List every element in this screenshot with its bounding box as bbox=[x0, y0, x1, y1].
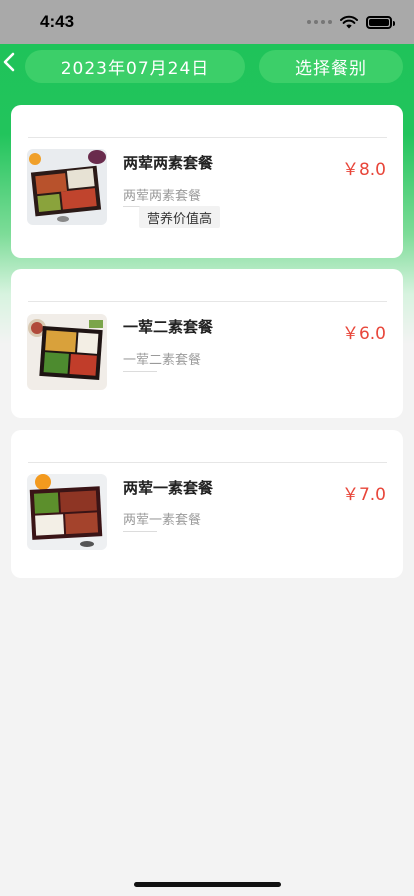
meal-price: ￥8.0 bbox=[341, 160, 386, 180]
wifi-icon bbox=[340, 15, 358, 29]
meal-image bbox=[27, 149, 107, 225]
status-bar: 4:43 bbox=[0, 0, 414, 44]
card-divider bbox=[28, 301, 387, 302]
meal-image bbox=[27, 474, 107, 550]
status-time: 4:43 bbox=[40, 12, 75, 31]
card-divider bbox=[28, 462, 387, 463]
meal-name: 两荤两素套餐 bbox=[123, 154, 214, 172]
home-indicator[interactable] bbox=[134, 882, 281, 887]
desc-underline bbox=[123, 531, 157, 532]
meal-price: ￥6.0 bbox=[341, 324, 386, 344]
meal-name: 一荤二素套餐 bbox=[123, 318, 214, 336]
meal-description: 两荤两素套餐 bbox=[123, 189, 202, 204]
back-button[interactable] bbox=[0, 52, 18, 72]
signal-icon bbox=[307, 20, 332, 24]
chevron-left-icon bbox=[3, 52, 15, 72]
date-selector-button[interactable]: 2023年07月24日 bbox=[25, 50, 245, 83]
card-divider bbox=[28, 137, 387, 138]
battery-icon bbox=[366, 15, 395, 29]
desc-underline bbox=[123, 371, 157, 372]
meal-price: ￥7.0 bbox=[341, 485, 386, 505]
status-icons bbox=[307, 15, 395, 29]
meal-name: 两荤一素套餐 bbox=[123, 479, 214, 497]
meal-type-selector-button[interactable]: 选择餐别 bbox=[259, 50, 403, 83]
meal-card[interactable]: 一荤二素套餐 ￥6.0 一荤二素套餐 bbox=[11, 269, 403, 418]
meal-description: 一荤二素套餐 bbox=[123, 353, 202, 368]
meal-tag: 营养价值高 bbox=[139, 206, 221, 228]
meal-image bbox=[27, 314, 107, 390]
meal-card[interactable]: 两荤一素套餐 ￥7.0 两荤一素套餐 bbox=[11, 430, 403, 578]
meal-description: 两荤一素套餐 bbox=[123, 513, 202, 528]
meal-card[interactable]: 两荤两素套餐 ￥8.0 两荤两素套餐 营养价值高 bbox=[11, 105, 403, 258]
